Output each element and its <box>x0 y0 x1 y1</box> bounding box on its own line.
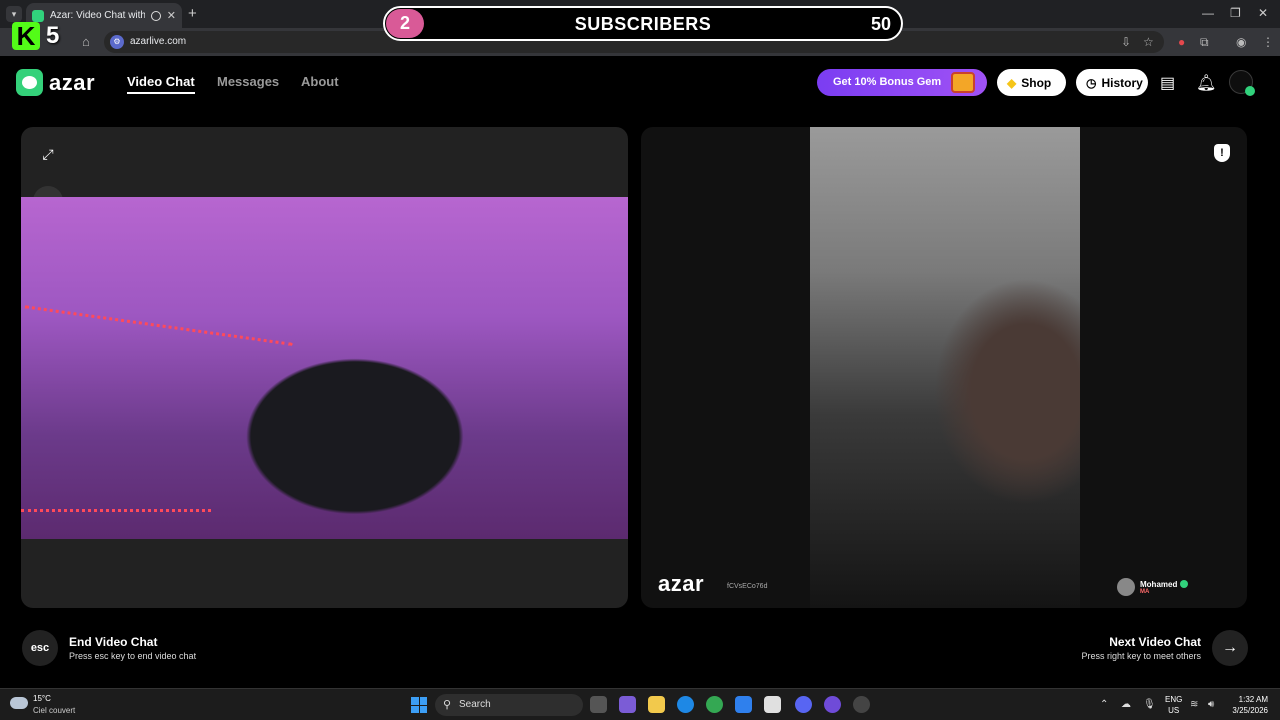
restore-icon[interactable]: ❐ <box>1230 6 1241 20</box>
close-window-icon[interactable]: ✕ <box>1258 6 1268 20</box>
kick-count: 5 <box>46 22 60 49</box>
steam-icon[interactable] <box>853 696 870 713</box>
install-app-icon[interactable]: ⇩ <box>1121 35 1131 49</box>
azar-favicon-icon <box>32 9 44 22</box>
online-status-icon <box>1245 86 1255 96</box>
inbox-icon[interactable]: ▤ <box>1160 73 1175 93</box>
shop-label: Shop <box>1021 75 1052 90</box>
led-strip-decoration <box>21 509 211 512</box>
taskbar-search[interactable]: ⚲ Search <box>435 694 583 716</box>
menu-kebab-icon[interactable]: ⋮ <box>1262 35 1274 49</box>
bookmark-star-icon[interactable]: ☆ <box>1143 35 1154 49</box>
store-icon[interactable] <box>764 696 781 713</box>
led-strip-decoration <box>21 305 293 403</box>
tray-chevron-icon[interactable]: ⌃ <box>1100 699 1108 710</box>
search-icon: ⚲ <box>443 699 452 711</box>
chrome-icon[interactable] <box>706 696 723 713</box>
expand-icon[interactable]: ⤢ <box>33 139 63 169</box>
report-shield-icon[interactable]: ! <box>1214 144 1230 162</box>
bonus-gem-button[interactable]: Get 10% Bonus Gem <box>817 69 987 96</box>
subscriber-goal-bar: 2 SUBSCRIBERS 50 <box>383 6 903 41</box>
azar-page: azar Video Chat Messages About Get 10% B… <box>0 56 1280 688</box>
nav-about[interactable]: About <box>301 74 339 89</box>
new-tab-button[interactable]: + <box>188 5 197 22</box>
peer-avatar <box>1117 578 1135 596</box>
microphone-icon[interactable]: 🎙︎ <box>1143 699 1156 710</box>
language-indicator[interactable]: ENG US <box>1165 694 1182 716</box>
weather-description: Ciel couvert <box>33 706 76 715</box>
azar-wordmark: azar <box>49 69 96 95</box>
clock-time: 1:32 AM <box>1238 695 1268 704</box>
end-chat-title: End Video Chat <box>69 635 158 649</box>
peer-info[interactable]: Mohamed MA <box>1117 572 1205 602</box>
end-chat-hint: Press esc key to end video chat <box>69 651 197 661</box>
next-chat-hint: Press right key to meet others <box>1081 651 1201 661</box>
extension-icon[interactable]: ● <box>1178 35 1185 49</box>
language-code: ENG <box>1165 695 1183 704</box>
gem-icon: ◆ <box>1007 75 1017 90</box>
history-label: History <box>1101 75 1143 90</box>
cloud-icon[interactable] <box>10 697 28 709</box>
peer-country: MA <box>1140 588 1150 595</box>
tab-search-chevron-icon[interactable]: ▾ <box>6 6 22 22</box>
close-tab-icon[interactable]: ✕ <box>167 9 176 22</box>
file-explorer-icon[interactable] <box>648 696 665 713</box>
kick-logo: K <box>12 22 40 50</box>
clock-date: 3/25/2026 <box>1232 706 1268 715</box>
windows-taskbar: 15°C Ciel couvert ⚲ Search ⌃ ☁ 🎙︎ ENG US… <box>0 688 1280 720</box>
discord-icon[interactable] <box>795 696 812 713</box>
watermark-id: fCVsECo76d <box>727 583 768 590</box>
peer-name: Mohamed <box>1140 579 1178 589</box>
search-label: Search <box>459 699 491 710</box>
task-view-icon[interactable] <box>590 696 607 713</box>
treasure-chest-icon <box>951 72 975 93</box>
self-camera-feed <box>21 197 628 539</box>
subscriber-label: SUBSCRIBERS <box>574 14 712 34</box>
kick-overlay: K 5 <box>12 22 59 50</box>
mail-icon[interactable] <box>735 696 752 713</box>
shop-button[interactable]: ◆ Shop <box>997 69 1066 96</box>
m365-icon[interactable] <box>619 696 636 713</box>
next-chat-arrow-icon[interactable]: → <box>1212 630 1248 666</box>
remote-video-panel: ! azar fCVsECo76d Mohamed MA … <box>641 127 1247 608</box>
user-avatar[interactable] <box>1229 70 1255 96</box>
obs-icon[interactable] <box>824 696 841 713</box>
recording-icon <box>150 10 161 21</box>
extensions-puzzle-icon[interactable]: ⧉ <box>1200 35 1209 50</box>
self-video-panel: ⤢ ✦ ☺ <box>21 127 628 608</box>
azar-logo-icon <box>16 69 43 96</box>
minimize-icon[interactable]: — <box>1202 6 1214 20</box>
site-info-icon[interactable]: ⚙ <box>110 35 124 49</box>
system-clock[interactable]: 1:32 AM 3/25/2026 <box>1222 694 1268 716</box>
url-text: azarlive.com <box>130 36 187 47</box>
profile-icon[interactable]: ◉ <box>1236 35 1246 49</box>
azar-watermark: azar <box>658 571 705 596</box>
azar-logo[interactable]: azar <box>16 69 95 96</box>
start-icon[interactable] <box>411 697 427 713</box>
tab-title: Azar: Video Chat with New <box>50 10 145 21</box>
verified-icon <box>1180 580 1189 589</box>
bell-icon[interactable]: 🔔︎ <box>1196 73 1216 93</box>
edge-icon[interactable] <box>677 696 694 713</box>
volume-icon[interactable]: 🔊︎ <box>1208 699 1214 710</box>
end-chat-button[interactable]: esc <box>22 630 58 666</box>
subscriber-goal: 50 <box>870 14 891 34</box>
weather-temperature: 15°C <box>33 694 51 703</box>
remote-camera-feed <box>810 127 1080 608</box>
home-icon[interactable]: ⌂ <box>82 34 90 49</box>
nav-messages[interactable]: Messages <box>217 74 279 89</box>
nav-video-chat[interactable]: Video Chat <box>127 74 195 94</box>
wifi-icon[interactable]: ≋ <box>1190 699 1198 710</box>
region-code: US <box>1168 706 1180 715</box>
onedrive-icon[interactable]: ☁ <box>1121 699 1131 710</box>
bonus-gem-label: Get 10% Bonus Gem <box>833 76 942 88</box>
next-chat-title: Next Video Chat <box>1109 635 1201 649</box>
history-button[interactable]: ◷ History <box>1076 69 1148 96</box>
clock-icon: ◷ <box>1086 75 1097 90</box>
